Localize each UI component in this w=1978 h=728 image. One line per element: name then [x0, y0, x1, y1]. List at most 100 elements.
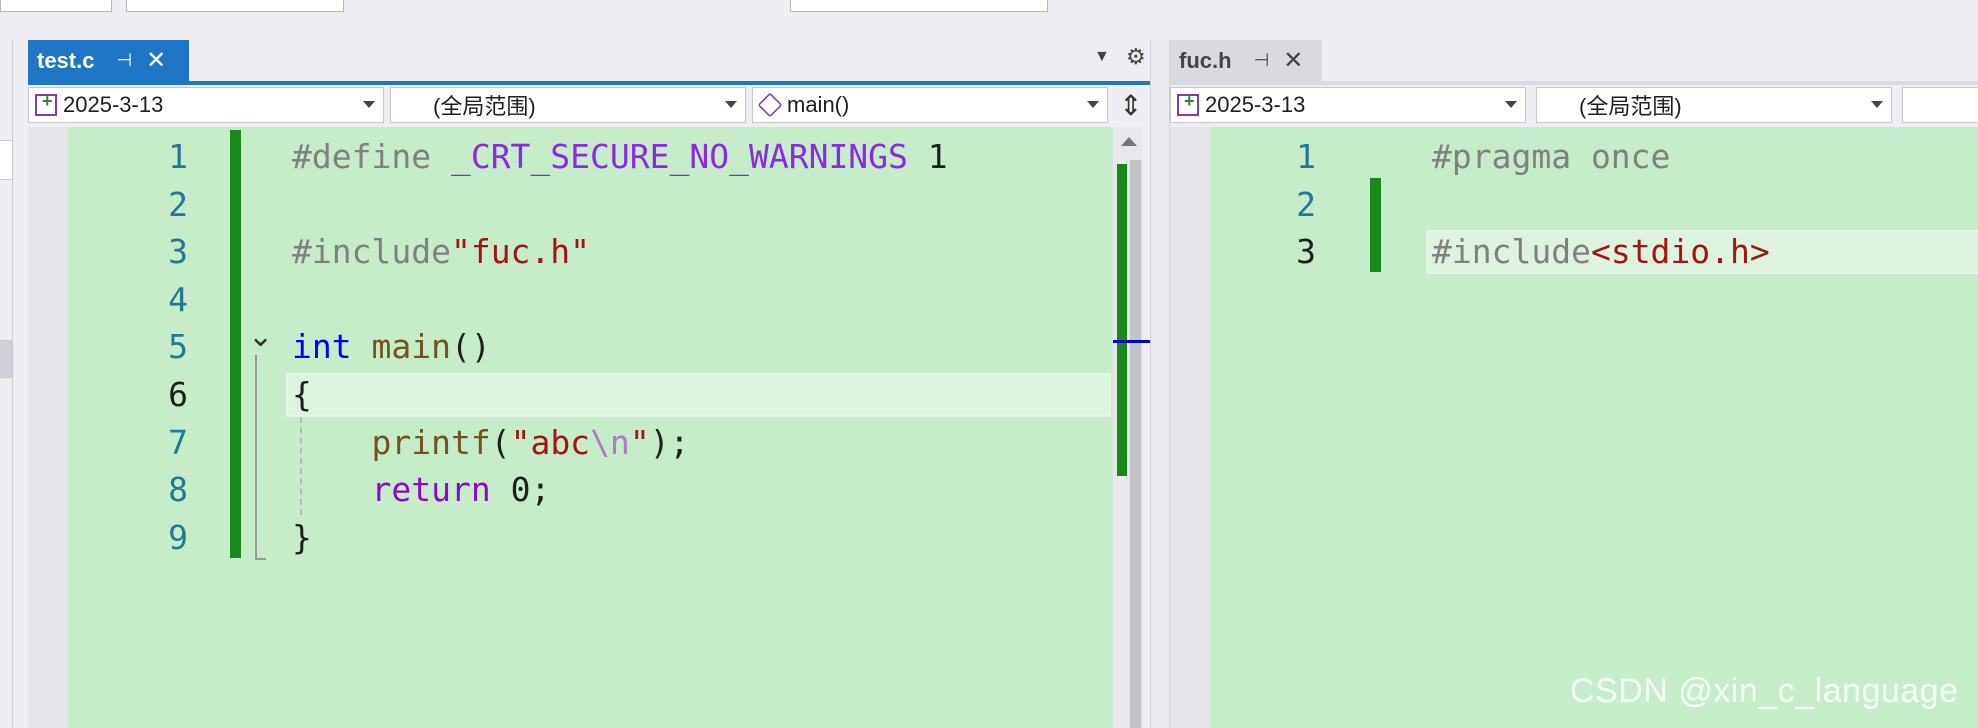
split-window-icon[interactable]: ⇕ — [1114, 89, 1148, 123]
line-number: 7 — [168, 422, 188, 462]
code-line[interactable]: #pragma once — [1432, 134, 1670, 180]
side-strip-tab[interactable] — [0, 140, 13, 180]
glyph-margin — [1170, 127, 1210, 728]
member-combo[interactable]: main() — [752, 87, 1108, 123]
navigation-bar: 2025-3-13 (全局范围) — [1170, 85, 1978, 127]
code-line[interactable]: #define _CRT_SECURE_NO_WARNINGS 1 — [292, 134, 948, 180]
code-token: 0; — [490, 470, 551, 510]
pane-splitter[interactable] — [1150, 40, 1170, 728]
scope-name: (全局范围) — [1579, 94, 1682, 119]
line-number: 2 — [168, 184, 188, 224]
indent-guide — [300, 417, 302, 515]
collapse-icon[interactable]: ⌄ — [248, 319, 273, 354]
code-token: #define — [292, 137, 451, 176]
code-token: main — [371, 327, 451, 367]
code-token: #include — [1432, 232, 1591, 272]
code-line[interactable]: int main() — [292, 324, 491, 370]
chevron-down-icon — [725, 101, 737, 108]
scope-name: (全局范围) — [433, 94, 536, 119]
side-strip-tab[interactable] — [0, 340, 13, 378]
pin-icon[interactable]: ⊣ — [116, 50, 132, 71]
code-line[interactable]: printf("abc\n"); — [292, 420, 689, 466]
code-line[interactable]: return 0; — [292, 467, 550, 513]
scope-combo[interactable]: (全局范围) — [390, 87, 746, 123]
scope-combo[interactable]: (全局范围) — [1536, 87, 1892, 123]
line-number: 9 — [168, 517, 188, 557]
code-token: int — [292, 327, 352, 367]
change-tracking-bar — [230, 130, 241, 558]
watermark: CSDN @xin_c_language — [1570, 672, 1959, 710]
line-number: 3 — [1296, 232, 1316, 272]
chevron-down-icon — [1871, 101, 1883, 108]
member-combo[interactable] — [1902, 87, 1978, 123]
tab-test-c[interactable]: test.c ⊣ ✕ — [28, 40, 189, 81]
close-icon[interactable]: ✕ — [146, 48, 166, 73]
line-number: 5 — [168, 327, 188, 367]
code-token: #include — [292, 232, 451, 272]
close-icon[interactable]: ✕ — [1283, 48, 1303, 73]
code-token: return — [371, 470, 491, 510]
code-token: <stdio.h> — [1590, 232, 1770, 272]
chevron-down-icon — [1087, 101, 1099, 108]
navigation-bar: 2025-3-13 (全局范围) main() ⇕ — [28, 85, 1150, 127]
gear-icon[interactable]: ⚙ — [1126, 44, 1146, 70]
line-number: 1 — [1296, 137, 1316, 176]
outline-bracket — [255, 355, 266, 560]
editor-fuc-h[interactable]: 1 #pragma once 2 3 #include<stdio.h> — [1170, 127, 1978, 728]
code-token: _CRT_SECURE_NO_WARNINGS — [450, 137, 908, 176]
change-tracking-bar — [1370, 178, 1381, 272]
project-file-icon — [1177, 91, 1199, 116]
line-number: 6 — [168, 375, 188, 414]
code-token: { — [292, 375, 312, 414]
toolbar-combo[interactable] — [790, 0, 1048, 12]
toolbar-combo[interactable] — [0, 0, 112, 12]
code-line[interactable]: #include<stdio.h> — [1432, 229, 1770, 275]
line-number: 1 — [168, 137, 188, 176]
code-token: \n — [590, 422, 630, 462]
code-line[interactable]: #include"fuc.h" — [292, 229, 590, 275]
editor-test-c[interactable]: 1 #define _CRT_SECURE_NO_WARNINGS 1 2 3 #inc… — [28, 127, 1113, 728]
scroll-up-arrow[interactable] — [1113, 127, 1143, 155]
pin-icon[interactable]: ⊣ — [1254, 50, 1270, 71]
line-number: 4 — [168, 279, 188, 319]
current-line-highlight — [286, 373, 1111, 417]
chevron-down-icon — [1505, 101, 1517, 108]
left-side-strip — [0, 40, 13, 728]
line-number: 2 — [1296, 184, 1316, 224]
code-token: " — [629, 422, 650, 462]
tab-title: fuc.h — [1179, 47, 1232, 73]
tab-title: test.c — [37, 47, 95, 73]
line-number: 8 — [168, 470, 188, 510]
code-token: ( — [490, 422, 511, 462]
glyph-margin — [28, 127, 68, 728]
project-file-icon — [35, 91, 57, 116]
project-combo[interactable]: 2025-3-13 — [28, 87, 384, 123]
project-name: 2025-3-13 — [63, 92, 164, 117]
code-line[interactable]: { — [292, 372, 312, 418]
code-token: () — [450, 327, 491, 367]
project-name: 2025-3-13 — [1205, 92, 1306, 117]
code-token: } — [292, 517, 312, 557]
scrollbar-thumb[interactable] — [1130, 160, 1141, 728]
code-line[interactable]: } — [292, 515, 312, 561]
chevron-down-icon — [363, 101, 375, 108]
toolbar-combo[interactable] — [126, 0, 344, 12]
project-combo[interactable]: 2025-3-13 — [1170, 87, 1526, 123]
tab-list-dropdown-icon[interactable]: ▼ — [1094, 48, 1110, 66]
code-token: 1 — [907, 137, 948, 176]
code-token: "abc — [510, 422, 591, 462]
tab-fuc-h[interactable]: fuc.h ⊣ ✕ — [1170, 40, 1322, 81]
member-name: main() — [787, 92, 850, 117]
code-token: ); — [649, 422, 690, 462]
cube-icon — [757, 92, 783, 118]
toolbar — [0, 0, 1978, 14]
code-token: #pragma once — [1432, 137, 1671, 176]
scrollbar-change-marker — [1117, 164, 1127, 476]
scrollbar-caret-marker — [1113, 340, 1151, 343]
code-token: "fuc.h" — [450, 232, 591, 272]
line-number: 3 — [168, 232, 188, 272]
code-token: printf — [371, 422, 491, 462]
